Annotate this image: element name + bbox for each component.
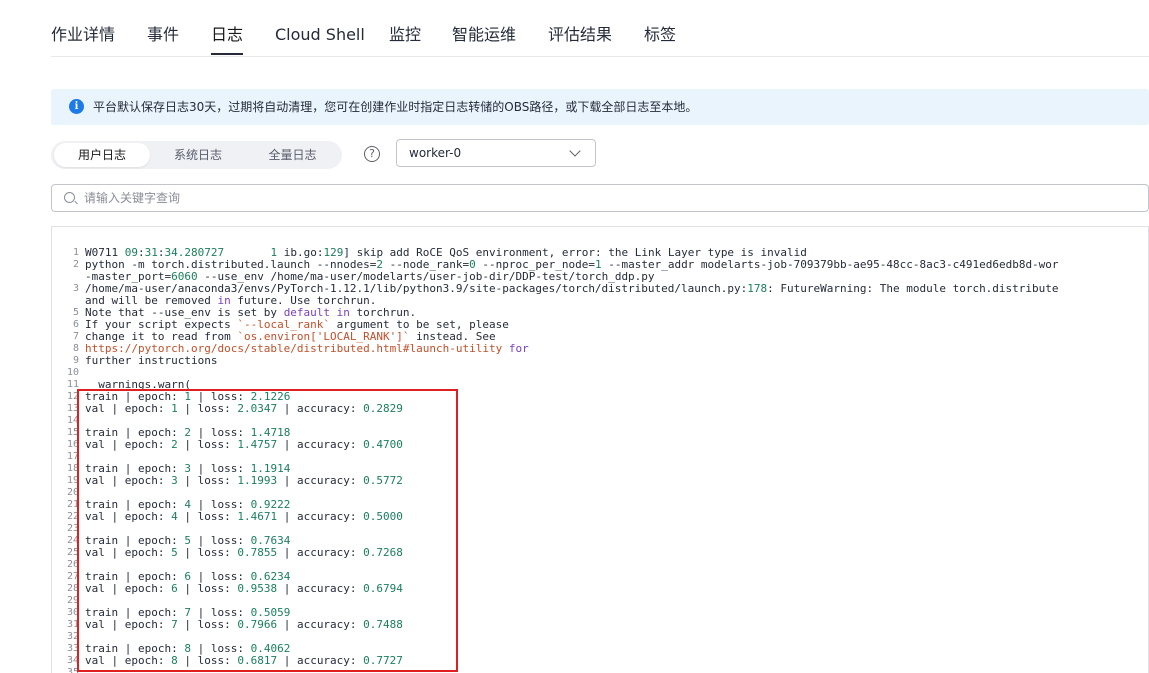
tab-job-details[interactable]: 作业详情: [51, 25, 115, 45]
line-number: 34: [66, 655, 79, 666]
line-number: 29: [66, 595, 79, 606]
line-number: 10: [66, 367, 79, 378]
line-number: 16: [66, 439, 79, 450]
tab-intelligent-ops[interactable]: 智能运维: [452, 25, 516, 45]
line-number: 19: [66, 475, 79, 486]
line-text: val | epoch: 5 | loss: 0.7855 | accuracy…: [85, 546, 403, 559]
log-line: 22 val | epoch: 4 | loss: 1.4671 | accura…: [52, 510, 1148, 523]
tab-monitoring[interactable]: 监控: [389, 25, 421, 45]
top-tab-bar: 作业详情 事件 日志 Cloud Shell 监控 智能运维 评估结果 标签: [51, 0, 1149, 57]
tab-tags[interactable]: 标签: [644, 25, 676, 45]
line-number: 8: [72, 343, 79, 354]
line-number: 35: [66, 667, 79, 673]
line-number: 21: [66, 499, 79, 510]
line-text: val | epoch: 2 | loss: 1.4757 | accuracy…: [85, 438, 403, 451]
line-text: val | epoch: 6 | loss: 0.9538 | accuracy…: [85, 582, 403, 595]
line-text: val | epoch: 8 | loss: 0.6817 | accuracy…: [85, 654, 403, 667]
line-number: 13: [66, 403, 79, 414]
line-number: 7: [72, 331, 79, 342]
line-number: 30: [66, 607, 79, 618]
line-number: 25: [66, 547, 79, 558]
line-number: 33: [66, 643, 79, 654]
line-number: 20: [66, 487, 79, 498]
line-text: val | epoch: 7 | loss: 0.7966 | accuracy…: [85, 618, 403, 631]
log-line: 28 val | epoch: 6 | loss: 0.9538 | accura…: [52, 582, 1148, 595]
node-select-value: worker-0: [409, 146, 462, 160]
log-line: 31 val | epoch: 7 | loss: 0.7966 | accura…: [52, 618, 1148, 631]
line-number: 5: [72, 307, 79, 318]
line-number: 31: [66, 619, 79, 630]
line-number: 2: [72, 259, 79, 270]
log-line: 25 val | epoch: 5 | loss: 0.7855 | accura…: [52, 546, 1148, 559]
line-number: 17: [66, 451, 79, 462]
log-line: 34 val | epoch: 8 | loss: 0.6817 | accura…: [52, 654, 1148, 667]
search-input[interactable]: [84, 189, 1084, 207]
node-select[interactable]: worker-0: [396, 139, 596, 167]
active-tab-indicator: [211, 53, 243, 55]
line-text: val | epoch: 3 | loss: 1.1993 | accuracy…: [85, 474, 403, 487]
line-text: val | epoch: 4 | loss: 1.4671 | accuracy…: [85, 510, 403, 523]
tab-events[interactable]: 事件: [147, 25, 179, 45]
line-number: 12: [66, 391, 79, 402]
tab-logs[interactable]: 日志: [211, 25, 243, 45]
log-type-system[interactable]: 系统日志: [150, 143, 246, 167]
log-type-user[interactable]: 用户日志: [54, 143, 150, 167]
info-icon: i: [69, 99, 84, 114]
line-number: 32: [66, 631, 79, 642]
log-line: 9 further instructions: [52, 354, 1148, 367]
line-number: 23: [66, 523, 79, 534]
info-banner: i 平台默认保存日志30天，过期将自动清理，您可在创建作业时指定日志转储的OBS…: [51, 89, 1149, 125]
line-number: 18: [66, 463, 79, 474]
log-line: 13 val | epoch: 1 | loss: 2.0347 | accura…: [52, 402, 1148, 415]
chevron-down-icon: [569, 145, 581, 157]
banner-text: 平台默认保存日志30天，过期将自动清理，您可在创建作业时指定日志转储的OBS路径…: [93, 100, 698, 114]
line-number: 26: [66, 559, 79, 570]
log-type-all[interactable]: 全量日志: [246, 143, 339, 167]
line-text: further instructions: [85, 354, 218, 367]
log-viewer[interactable]: 1 W0711 09:31:34.280727 1 ib.go:129] skip…: [51, 226, 1149, 673]
line-number: 1: [72, 247, 79, 258]
log-search-box: [51, 184, 1149, 212]
search-icon: [64, 192, 75, 203]
line-number: 24: [66, 535, 79, 546]
log-type-switch: 用户日志 系统日志 全量日志: [51, 141, 342, 169]
line-number: 9: [72, 355, 79, 366]
line-number: 3: [72, 283, 79, 294]
line-number: 15: [66, 427, 79, 438]
line-number: 6: [72, 319, 79, 330]
help-icon[interactable]: ?: [364, 146, 380, 162]
line-number: 27: [66, 571, 79, 582]
line-text: val | epoch: 1 | loss: 2.0347 | accuracy…: [85, 402, 403, 415]
line-number: 11: [66, 379, 79, 390]
log-line: 16 val | epoch: 2 | loss: 1.4757 | accura…: [52, 438, 1148, 451]
log-line: 35: [52, 667, 1148, 673]
tab-cloud-shell[interactable]: Cloud Shell: [275, 25, 365, 45]
log-lines: 1 W0711 09:31:34.280727 1 ib.go:129] skip…: [52, 247, 1148, 673]
line-number: 14: [66, 415, 79, 426]
line-number: 22: [66, 511, 79, 522]
line-number: 28: [66, 583, 79, 594]
log-line: 10: [52, 367, 1148, 379]
log-line: 19 val | epoch: 3 | loss: 1.1993 | accura…: [52, 474, 1148, 487]
tab-evaluation-results[interactable]: 评估结果: [548, 25, 612, 45]
